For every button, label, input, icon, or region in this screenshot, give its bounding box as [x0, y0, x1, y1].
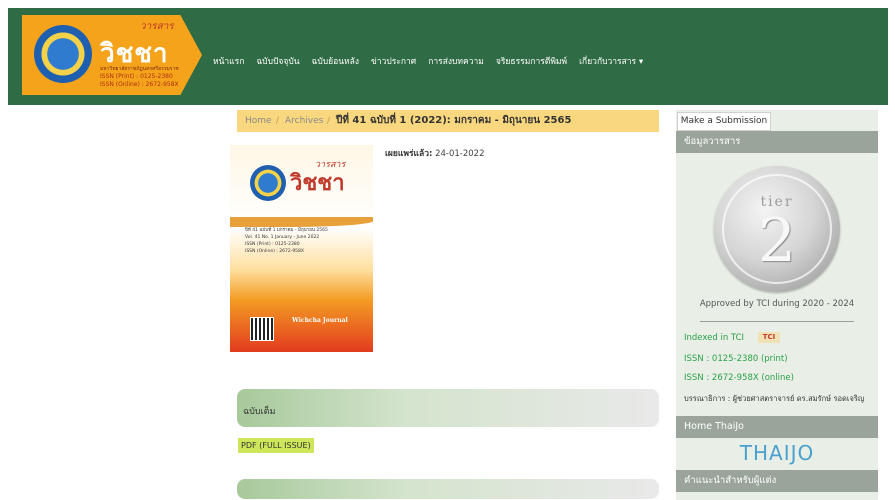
university-seal-icon — [34, 25, 92, 83]
issn-print-text: ISSN : 0125-2380 (print) — [684, 354, 788, 364]
cover-line: ISSN (Online) : 2672-958X — [245, 249, 304, 254]
published-label: เผยแพร่แล้ว: — [385, 149, 433, 159]
tci-approval-text: Approved by TCI during 2020 - 2024 — [699, 299, 855, 309]
logo-top-text: วารสาร — [140, 21, 174, 32]
logo-issn-print: ISSN (Print) : 0125-2380 — [100, 73, 173, 80]
full-issue-section: ฉบับเต็ม — [237, 389, 659, 427]
cover-band — [230, 217, 373, 227]
breadcrumb: Home / Archives / ปีที่ 41 ฉบับที่ 1 (20… — [237, 110, 659, 132]
nav-ethics[interactable]: จริยธรรมการตีพิมพ์ — [496, 54, 567, 68]
nav-archives[interactable]: ฉบับย้อนหลัง — [312, 54, 359, 68]
logo-issn-online: ISSN (Online) : 2672-958X — [100, 81, 179, 88]
published-value: 24-01-2022 — [435, 149, 485, 159]
author-guide-heading[interactable]: คำแนะนำสำหรับผู้แต่ง — [676, 470, 878, 492]
nav-home[interactable]: หน้าแรก — [213, 54, 244, 68]
breadcrumb-home[interactable]: Home — [245, 110, 272, 132]
cover-line: ISSN (Print) : 0125-2380 — [245, 242, 300, 247]
pdf-full-issue-button[interactable]: PDF (FULL ISSUE) — [238, 438, 314, 453]
divider — [700, 321, 854, 322]
full-issue-label: ฉบับเต็ม — [243, 407, 276, 417]
issue-cover-image[interactable]: วารสาร วิชชา ปีที่ 41 ฉบับที่ 1 มกราคม -… — [230, 145, 373, 352]
breadcrumb-current: ปีที่ 41 ฉบับที่ 1 (2022): มกราคม - มิถุ… — [336, 115, 572, 126]
next-section-header — [237, 479, 659, 499]
nav-submissions[interactable]: การส่งบทความ — [428, 54, 484, 68]
nav-about[interactable]: เกี่ยวกับวารสาร ▾ — [579, 54, 643, 68]
main-nav: หน้าแรก ฉบับปัจจุบัน ฉบับย้อนหลัง ข่าวปร… — [213, 54, 643, 68]
logo-subtitle: มหาวิทยาลัยราชภัฏนครศรีธรรมราช — [100, 66, 179, 72]
editor-text: บรรณาธิการ : ผู้ช่วยศาสตราจารย์ ดร.สมรัก… — [684, 394, 865, 403]
tci-logo-icon[interactable]: TCI — [758, 332, 780, 343]
cover-line: ปีที่ 41 ฉบับที่ 1 มกราคม - มิถุนายน 256… — [245, 228, 328, 233]
nav-current[interactable]: ฉบับปัจจุบัน — [256, 54, 299, 68]
cover-info: ปีที่ 41 ฉบับที่ 1 มกราคม - มิถุนายน 256… — [245, 227, 355, 255]
qr-code-icon — [250, 317, 274, 341]
published-date: เผยแพร่แล้ว: 24-01-2022 — [385, 146, 484, 160]
nav-announcements[interactable]: ข่าวประกาศ — [371, 54, 416, 68]
site-header: วารสาร วิชชา มหาวิทยาลัยราชภัฏนครศรีธรรม… — [8, 8, 888, 105]
coin-number: 2 — [757, 206, 797, 276]
cover-title: วิชชา — [290, 170, 345, 196]
indexed-in-tci-link[interactable]: Indexed in TCI — [684, 333, 744, 343]
journal-logo[interactable]: วารสาร วิชชา มหาวิทยาลัยราชภัฏนครศรีธรรม… — [22, 15, 202, 95]
make-submission-button[interactable]: Make a Submission — [677, 112, 771, 131]
breadcrumb-archives[interactable]: Archives — [285, 110, 323, 132]
home-thaijo-heading: Home ThaiJo — [676, 416, 878, 438]
breadcrumb-separator: / — [327, 116, 331, 126]
thaijo-logo[interactable]: THAIJO — [676, 441, 878, 465]
cover-footer: Wichcha Journal — [292, 317, 348, 324]
cover-seal-icon — [250, 165, 286, 201]
journal-info-heading: ข้อมูลวารสาร — [676, 131, 878, 153]
cover-line: Vol. 41 No. 1 January - June 2022 — [245, 235, 320, 240]
breadcrumb-separator: / — [276, 116, 280, 126]
issn-online-text: ISSN : 2672-958X (online) — [684, 373, 794, 383]
tci-tier2-badge: tier 2 — [714, 166, 840, 292]
